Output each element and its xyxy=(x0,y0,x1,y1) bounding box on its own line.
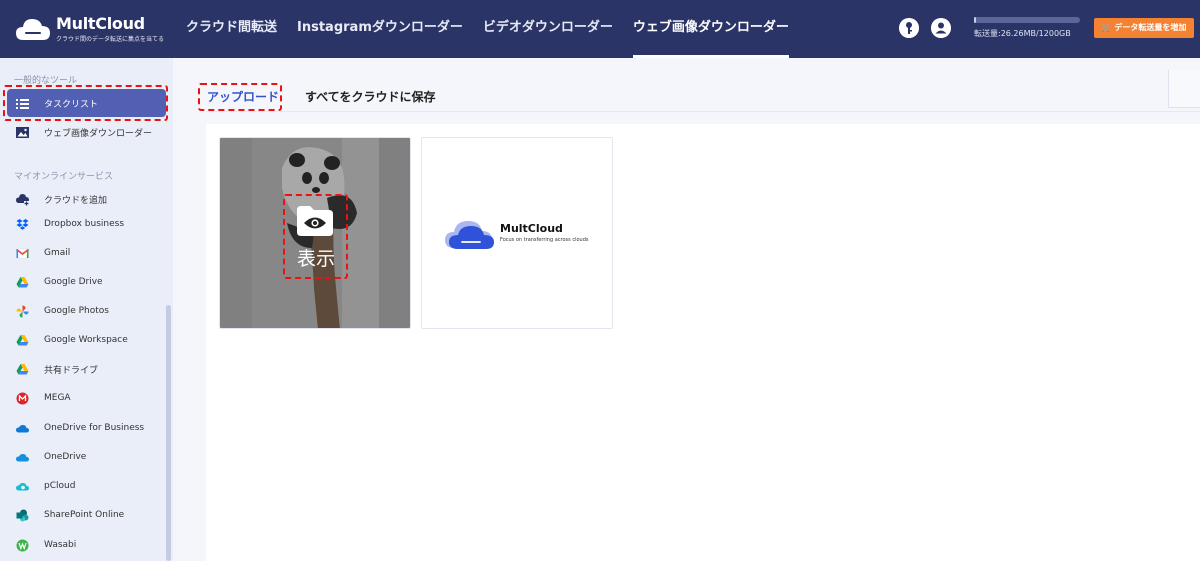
wasabi-icon xyxy=(16,539,29,551)
quota-text: 転送量:26.26MB/1200GB xyxy=(974,29,1071,38)
sidebar-item-google-photos[interactable]: Google Photos xyxy=(0,300,173,322)
sidebar-item-gmail[interactable]: Gmail xyxy=(0,242,173,264)
sidebar-item-label: OneDrive xyxy=(44,452,87,462)
sidebar-item-label: SharePoint Online xyxy=(44,510,125,520)
highlight-box-upload-tab xyxy=(198,83,282,111)
sidebar-item-google-drive[interactable]: Google Drive xyxy=(0,271,173,293)
quota-bar xyxy=(974,17,1080,23)
sidebar-item-pcloud[interactable]: pCloud xyxy=(0,475,173,497)
nav-instagram-downloader[interactable]: Instagramダウンローダー xyxy=(297,0,463,58)
sidebar-item-label: Google Drive xyxy=(44,277,103,287)
add-cloud-icon xyxy=(16,193,29,206)
sidebar-item-google-workspace[interactable]: Google Workspace xyxy=(0,329,173,351)
section-my-online-services: マイオンラインサービス xyxy=(14,172,114,182)
gmail-icon xyxy=(16,248,29,258)
multcloud-logo-tagline: Focus on transferring across clouds xyxy=(500,237,589,243)
tab-save-all-to-cloud[interactable]: すべてをクラウドに保存 xyxy=(305,88,435,105)
top-header: MultCloud クラウド間のデータ転送に集点を当てる クラウド間転送 Ins… xyxy=(0,0,1200,58)
onedrive-icon xyxy=(16,453,29,461)
cloud-logo-icon xyxy=(16,19,50,40)
sidebar-item-label: Gmail xyxy=(44,248,71,258)
sidebar-item-add-cloud[interactable]: クラウドを追加 xyxy=(0,188,173,210)
image-card-multcloud-logo[interactable]: MultCloud Focus on transferring across c… xyxy=(421,137,613,329)
google-workspace-icon xyxy=(16,334,29,345)
increase-quota-button[interactable]: 🛒 データ転送量を増加 xyxy=(1094,18,1194,38)
sidebar-item-web-image-downloader[interactable]: ウェブ画像ダウンローダー xyxy=(0,121,173,143)
sidebar-item-dropbox-business[interactable]: Dropbox business xyxy=(0,213,173,235)
sidebar-item-shared-drive[interactable]: 共有ドライブ xyxy=(0,358,173,380)
highlight-box-view xyxy=(283,194,348,279)
multcloud-logo-image: MultCloud Focus on transferring across c… xyxy=(444,216,594,252)
sidebar-item-label: OneDrive for Business xyxy=(44,423,145,433)
quota-fill xyxy=(974,17,976,23)
panel-toggle[interactable] xyxy=(1168,70,1200,108)
increase-quota-label: データ転送量を増加 xyxy=(1114,23,1187,32)
nav-web-image-downloader[interactable]: ウェブ画像ダウンローダー xyxy=(632,0,789,58)
brand-tagline: クラウド間のデータ転送に集点を当てる xyxy=(56,36,165,43)
user-icon[interactable] xyxy=(931,18,951,38)
sidebar-item-label: ウェブ画像ダウンローダー xyxy=(44,128,153,139)
google-photos-icon xyxy=(16,305,29,317)
sidebar-item-label: 共有ドライブ xyxy=(44,365,99,376)
main-nav: クラウド間転送 Instagramダウンローダー ビデオダウンローダー ウェブ画… xyxy=(186,0,809,58)
toolbar-divider xyxy=(206,111,1200,112)
transfer-quota: 転送量:26.26MB/1200GB xyxy=(974,17,1082,39)
sidebar-item-onedrive[interactable]: OneDrive xyxy=(0,446,173,468)
sidebar: 一般的なツール タスクリスト ウェブ画像ダウンローダー マイオンラインサービス … xyxy=(0,58,173,561)
sharepoint-icon xyxy=(16,509,29,521)
sidebar-item-label: MEGA xyxy=(44,393,71,403)
onedrive-business-icon xyxy=(16,424,29,432)
sidebar-item-label: Wasabi xyxy=(44,540,77,550)
brand-name: MultCloud xyxy=(56,14,145,33)
dropbox-icon xyxy=(16,218,29,230)
key-icon[interactable] xyxy=(899,18,919,38)
cart-icon: 🛒 xyxy=(1101,23,1112,32)
multcloud-logo[interactable]: MultCloud クラウド間のデータ転送に集点を当てる xyxy=(14,12,174,46)
sidebar-item-sharepoint-online[interactable]: SharePoint Online xyxy=(0,504,173,526)
image-icon xyxy=(16,126,29,138)
multcloud-logo-text: MultCloud xyxy=(500,222,563,235)
sidebar-item-label: pCloud xyxy=(44,481,76,491)
highlight-box-task-list xyxy=(3,85,168,121)
sidebar-item-onedrive-for-business[interactable]: OneDrive for Business xyxy=(0,417,173,439)
sidebar-item-label: Dropbox business xyxy=(44,219,125,229)
sidebar-item-label: Google Workspace xyxy=(44,335,128,345)
mega-icon xyxy=(16,392,29,404)
pcloud-icon xyxy=(16,482,29,490)
sidebar-item-wasabi[interactable]: Wasabi xyxy=(0,534,173,556)
sidebar-scrollbar[interactable] xyxy=(166,305,171,561)
shared-drive-icon xyxy=(16,363,29,374)
main-toolbar: アップロード すべてをクラウドに保存 xyxy=(173,58,1200,116)
sidebar-item-mega[interactable]: MEGA xyxy=(0,387,173,409)
sidebar-item-label: クラウドを追加 xyxy=(44,195,108,206)
google-drive-icon xyxy=(16,276,29,287)
nav-cloud-transfer[interactable]: クラウド間転送 xyxy=(186,0,277,58)
cloud-logo-icon xyxy=(445,221,494,249)
nav-video-downloader[interactable]: ビデオダウンローダー xyxy=(483,0,613,58)
sidebar-item-label: Google Photos xyxy=(44,306,109,316)
